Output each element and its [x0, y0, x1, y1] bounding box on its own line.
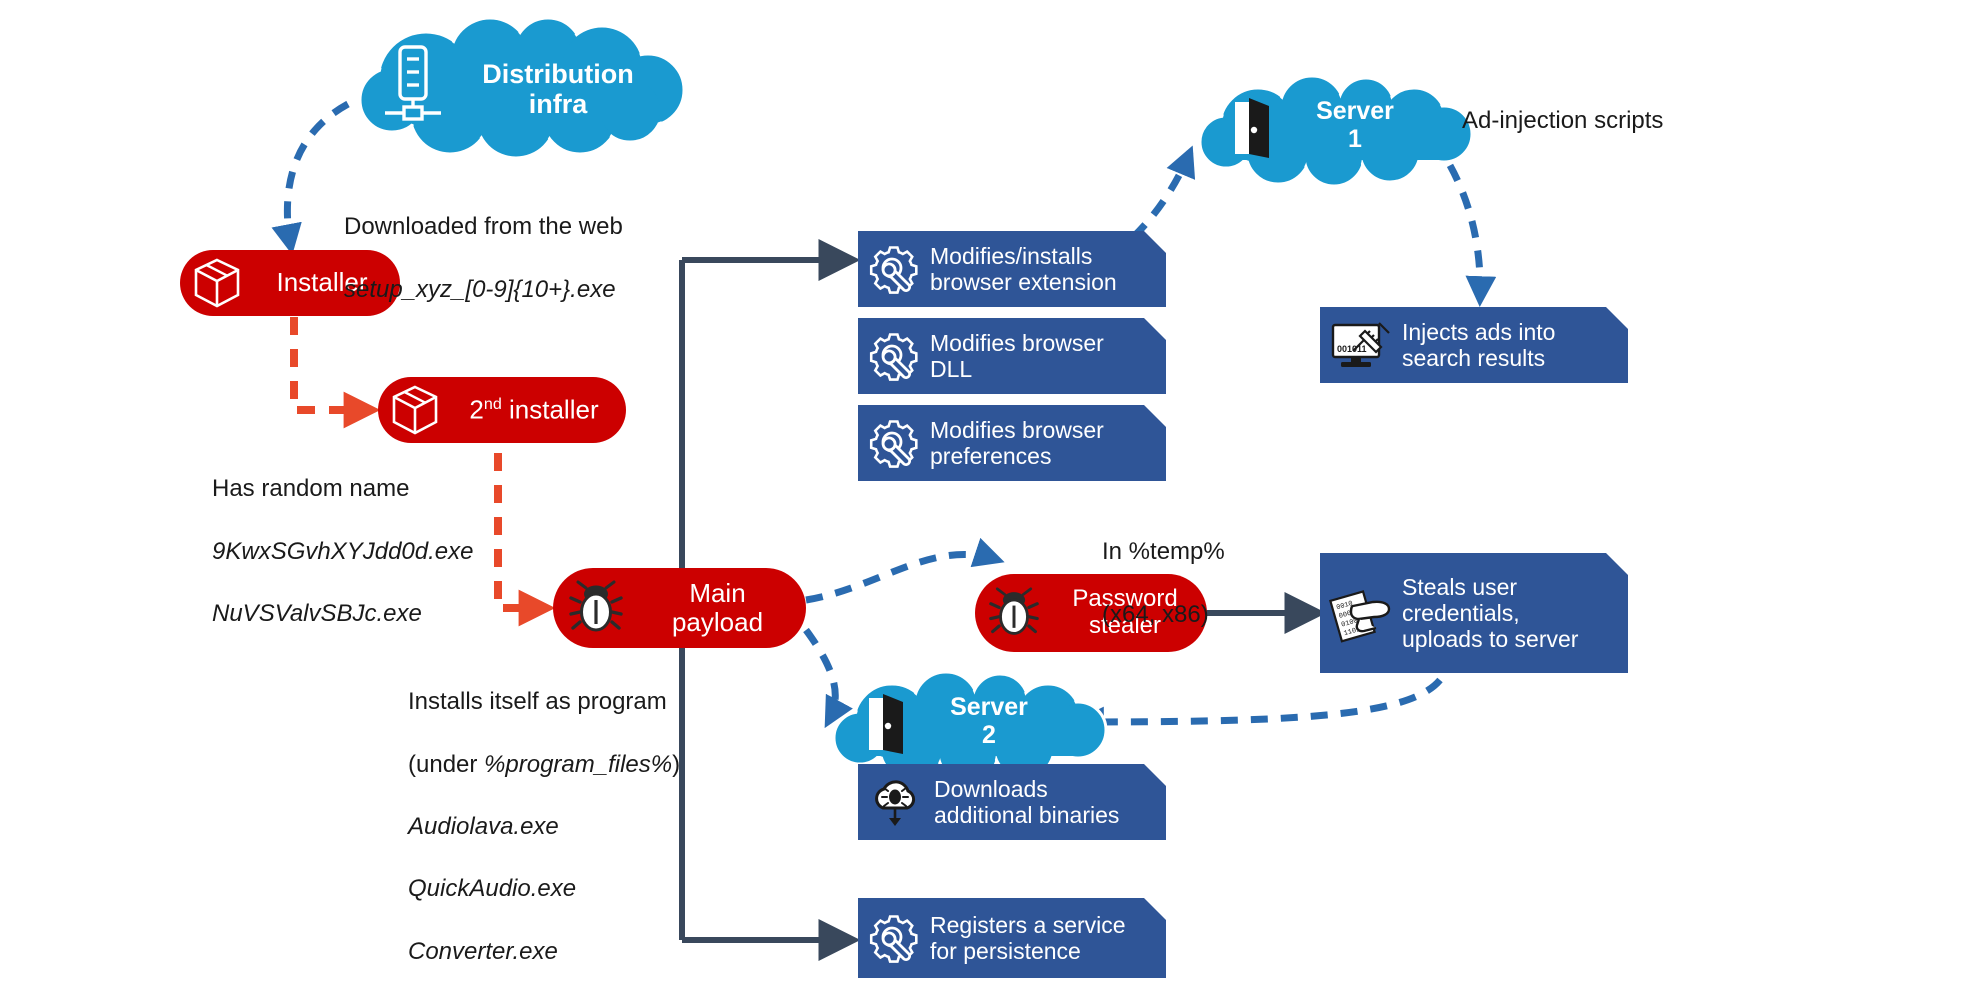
- action-label-steal-credentials: Steals user credentials, uploads to serv…: [1402, 573, 1579, 653]
- annotation-installs-line2: (under %program_files%): [408, 749, 848, 780]
- monitor-binary-text: 001011: [1337, 344, 1367, 354]
- cloud-label-server-1: Server 1: [1316, 97, 1394, 153]
- wire-payload-to-stealer: [805, 537, 1005, 604]
- annotation-installs-itself: Installs itself as program (under %progr…: [408, 655, 848, 995]
- gear-wrench-icon: [858, 330, 930, 382]
- annotation-random-name: Has random name 9KwxSGvhXYJdd0d.exe NuVS…: [212, 442, 632, 660]
- second-installer-ordinal-suffix: nd: [483, 395, 502, 414]
- second-installer-ordinal-number: 2: [469, 394, 484, 425]
- node-label-main-payload: Main payload: [671, 577, 764, 637]
- annotation-downloaded-from-web: Downloaded from the web setup_xyz_[0-9]{…: [344, 180, 784, 336]
- annotation-installs-line3: Audiolava.exe: [408, 812, 559, 840]
- annotation-downloaded-line2: setup_xyz_[0-9]{10+}.exe: [344, 275, 616, 303]
- door-icon: [864, 692, 908, 763]
- door-icon: [1230, 96, 1274, 167]
- annotation-installs-line4: QuickAudio.exe: [408, 875, 577, 903]
- wire-credentials-to-server2: [1073, 677, 1443, 738]
- annotation-in-temp-line2: (x64, x86): [1102, 600, 1209, 628]
- annotation-installs-line2-var: %program_files%: [484, 750, 673, 778]
- annotation-ad-injection-scripts: Ad-injection scripts: [1462, 107, 1664, 134]
- gear-wrench-icon: [858, 417, 930, 469]
- second-installer-word: installer: [501, 394, 599, 425]
- action-box-register-service[interactable]: Registers a service for persistence: [858, 898, 1166, 978]
- action-box-inject-ads[interactable]: 001011 Injects ads into search results: [1320, 307, 1628, 383]
- annotation-installs-line2-post: ): [672, 750, 681, 778]
- annotation-installs-line2-pre: (under: [408, 750, 485, 778]
- action-label-register-service: Registers a service for persistence: [930, 911, 1126, 964]
- package-icon: [378, 384, 452, 436]
- package-icon: [180, 257, 254, 309]
- action-box-browser-preferences[interactable]: Modifies browser preferences: [858, 405, 1166, 481]
- cloud-label-server-2: Server 2: [950, 693, 1028, 749]
- node-second-installer[interactable]: 2nd installer: [378, 377, 626, 443]
- action-label-browser-preferences: Modifies browser preferences: [930, 416, 1104, 469]
- cloud-server-1[interactable]: Server 1: [1186, 76, 1476, 186]
- action-box-download-binaries[interactable]: Downloads additional binaries: [858, 764, 1166, 840]
- annotation-in-temp: In %temp% (x64, x86): [1102, 505, 1382, 661]
- annotation-random-name-line1: Has random name: [212, 475, 410, 503]
- annotation-installs-line1: Installs itself as program: [408, 688, 667, 716]
- cloud-label-distribution-infra: Distribution infra: [482, 59, 634, 119]
- server-icon: [382, 44, 444, 137]
- annotation-in-temp-line1: In %temp%: [1102, 538, 1225, 566]
- gear-wrench-icon: [858, 243, 930, 295]
- annotation-downloaded-line1: Downloaded from the web: [344, 213, 623, 241]
- action-label-browser-dll: Modifies browser DLL: [930, 329, 1104, 382]
- annotation-random-name-line2: 9KwxSGvhXYJdd0d.exe: [212, 537, 474, 565]
- monitor-syringe-icon: 001011: [1320, 319, 1402, 371]
- action-box-browser-dll[interactable]: Modifies browser DLL: [858, 318, 1166, 394]
- action-box-browser-extension[interactable]: Modifies/installs browser extension: [858, 231, 1166, 307]
- action-label-browser-extension: Modifies/installs browser extension: [930, 242, 1117, 295]
- cloud-distribution-infra[interactable]: Distribution infra: [330, 18, 710, 158]
- action-label-inject-ads: Injects ads into search results: [1402, 318, 1556, 371]
- node-label-second-installer: 2nd installer: [452, 395, 626, 425]
- gear-wrench-icon: [858, 912, 930, 964]
- bug-icon: [975, 587, 1053, 639]
- action-label-download-binaries: Downloads additional binaries: [934, 775, 1120, 828]
- annotation-random-name-line3: NuVSValvSBJc.exe: [212, 599, 422, 627]
- malware-infection-chain-diagram: Distribution infra Server 1 Server 2 Ins…: [0, 0, 1986, 995]
- annotation-installs-line5: Converter.exe: [408, 937, 558, 965]
- cloud-download-bug-icon: [858, 776, 934, 828]
